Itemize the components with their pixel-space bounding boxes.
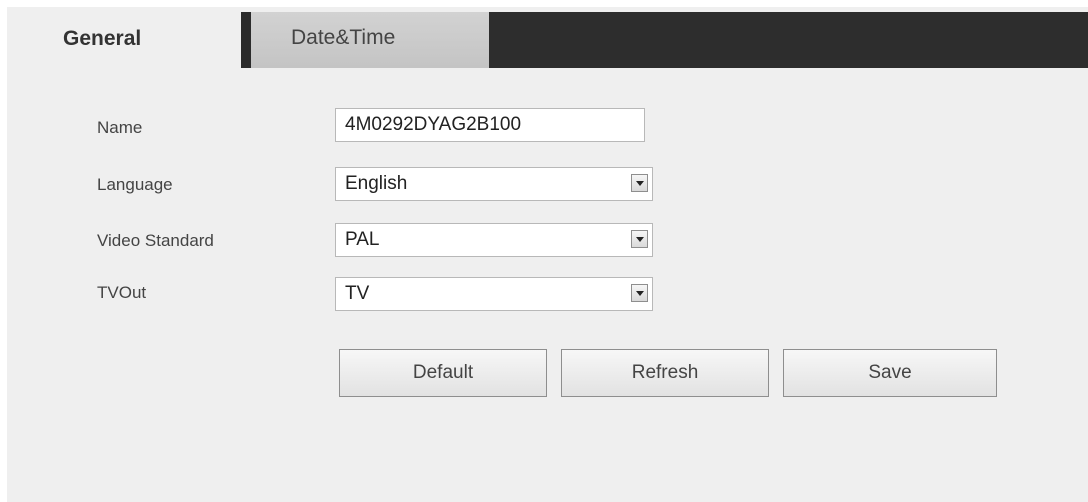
tvout-select[interactable]: TV (335, 277, 653, 311)
chevron-down-icon[interactable] (631, 174, 648, 192)
general-settings-panel: General Date&Time Name Language English … (7, 7, 1088, 502)
video-standard-select[interactable]: PAL (335, 223, 653, 257)
chevron-down-icon[interactable] (631, 284, 648, 302)
tab-general[interactable]: General (27, 12, 245, 72)
tab-bar-filler (489, 12, 1088, 68)
video-standard-value: PAL (345, 229, 380, 250)
tab-bar: General Date&Time (7, 12, 1088, 72)
language-label: Language (97, 175, 173, 194)
default-button[interactable]: Default (339, 349, 547, 397)
language-value: English (345, 173, 408, 194)
tvout-value: TV (345, 283, 370, 304)
tab-date-time[interactable]: Date&Time (251, 12, 489, 68)
tvout-label: TVOut (97, 283, 147, 302)
name-input[interactable] (335, 108, 645, 142)
chevron-down-icon[interactable] (631, 230, 648, 248)
tab-separator (241, 12, 251, 68)
language-select[interactable]: English (335, 167, 653, 201)
name-label: Name (97, 118, 143, 137)
refresh-button[interactable]: Refresh (561, 349, 769, 397)
video-standard-label: Video Standard (97, 231, 214, 250)
save-button[interactable]: Save (783, 349, 997, 397)
